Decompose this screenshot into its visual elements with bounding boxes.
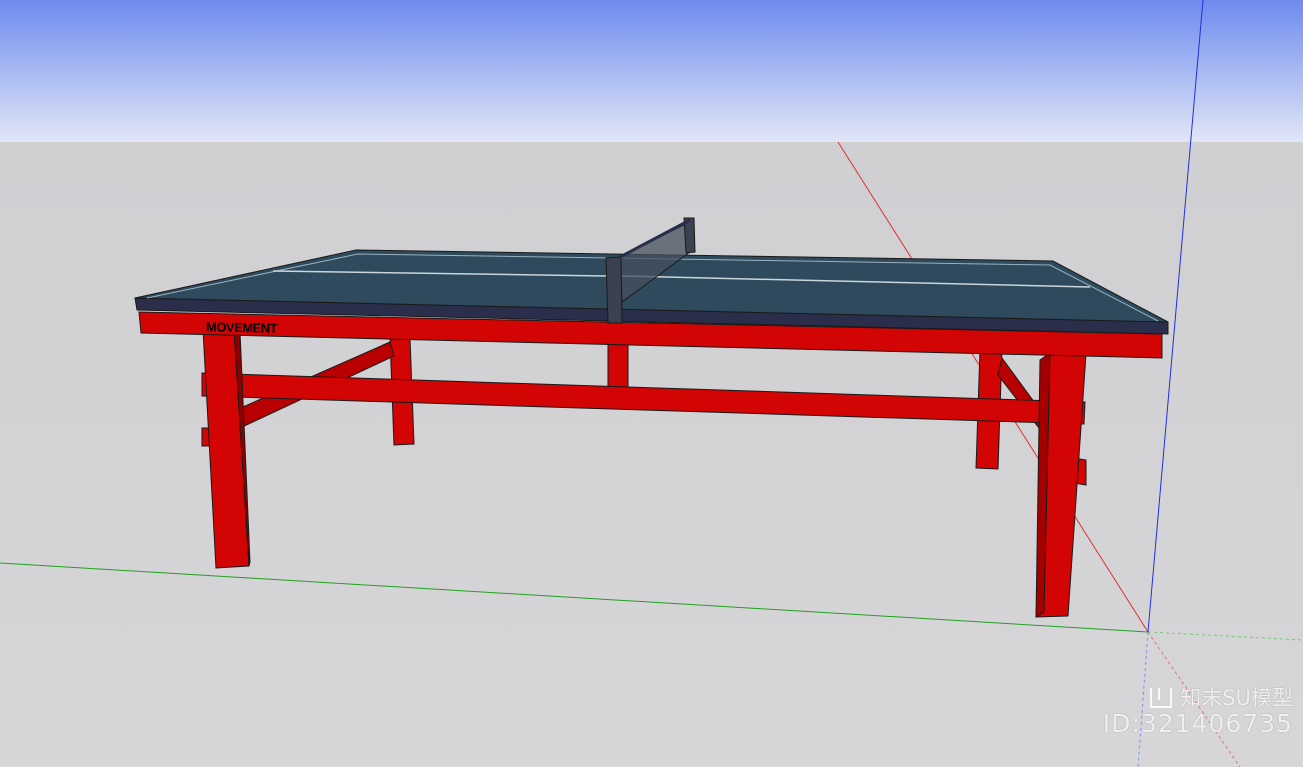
net-post-front (605, 256, 623, 324)
sketchup-scene[interactable]: MOVEMENT (0, 0, 1303, 767)
ground (0, 142, 1303, 767)
viewport-3d[interactable]: MOVEMENT 知末SU模型 ID:321406735 (0, 0, 1303, 767)
watermark-id: ID:321406735 (1102, 709, 1293, 739)
sky (0, 0, 1303, 142)
watermark-brand: 知末SU模型 (1180, 686, 1293, 711)
brand-lettering: MOVEMENT (206, 319, 278, 335)
back-center-leg (607, 342, 629, 389)
watermark: 知末SU模型 ID:321406735 (1103, 686, 1293, 739)
watermark-brand-row: 知末SU模型 (1103, 686, 1293, 710)
zhimo-logo-icon (1150, 688, 1173, 709)
